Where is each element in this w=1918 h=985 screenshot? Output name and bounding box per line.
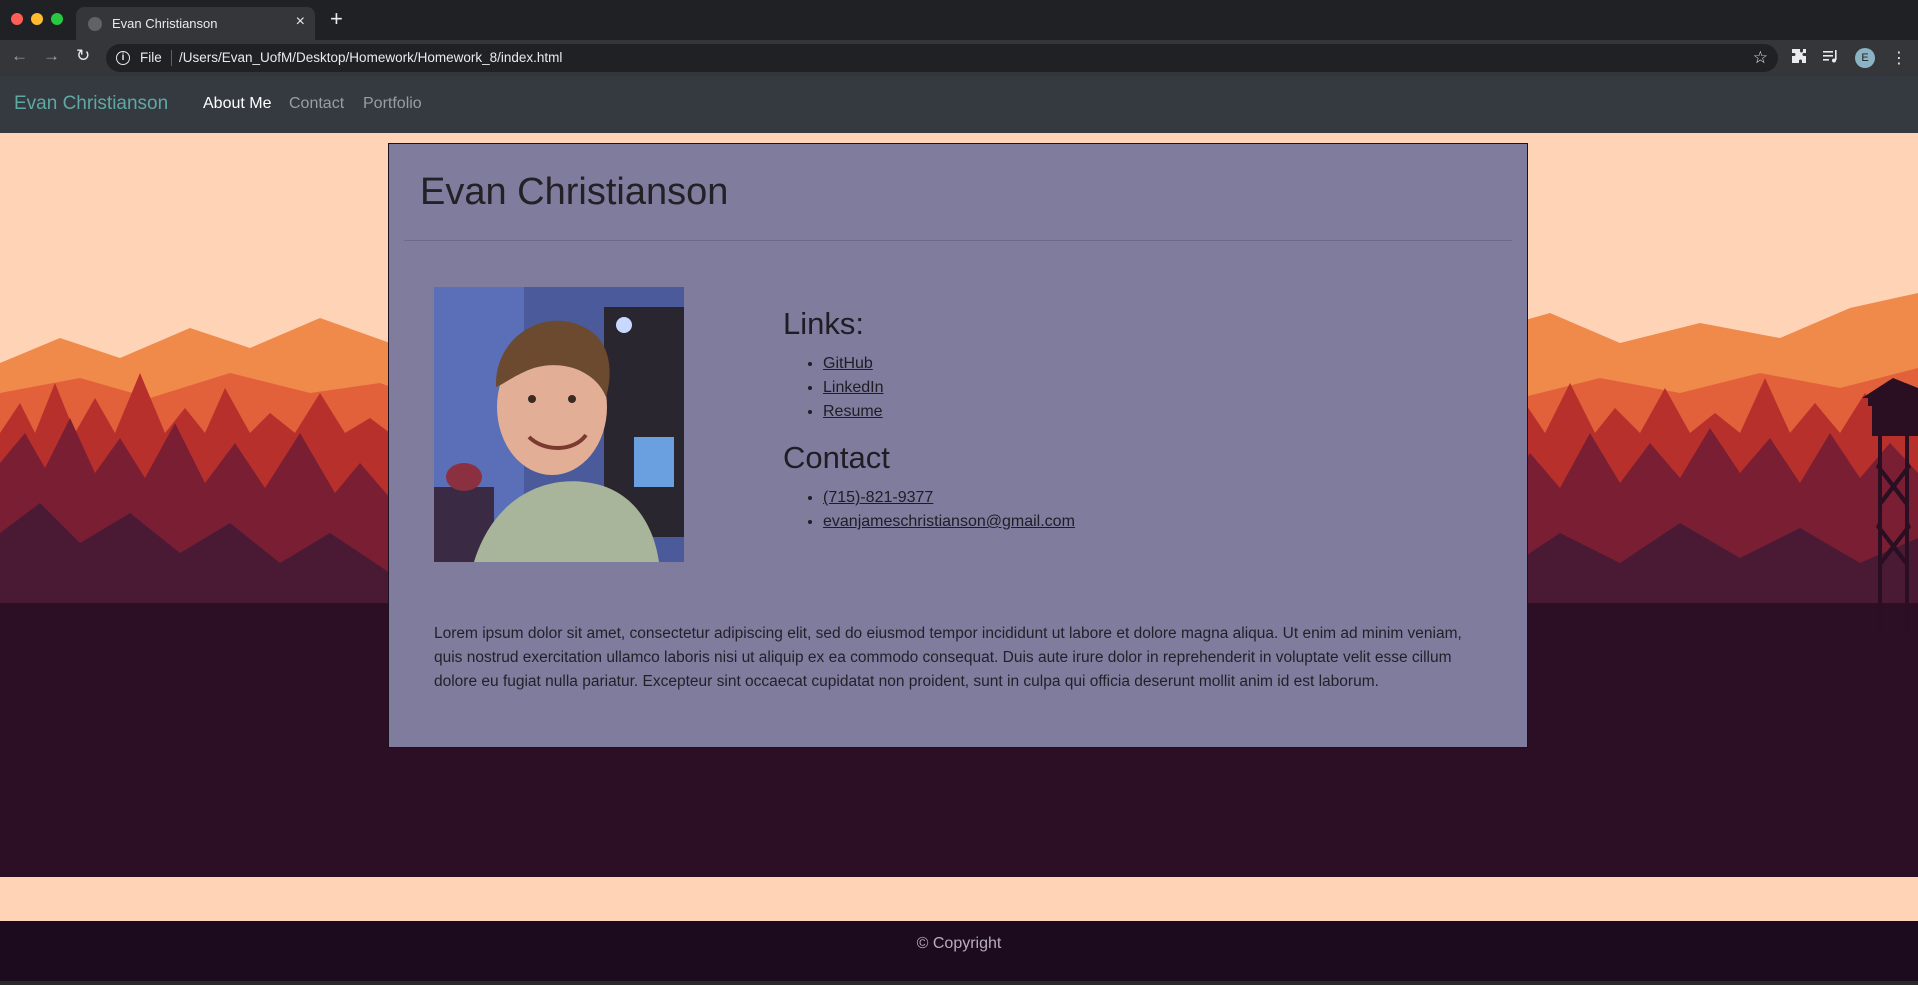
page-bottom-band — [0, 877, 1918, 921]
profile-avatar[interactable]: E — [1855, 48, 1875, 68]
list-item: LinkedIn — [823, 376, 884, 400]
address-divider — [171, 50, 172, 66]
reload-icon[interactable]: ↻ — [76, 46, 90, 66]
close-window-button[interactable] — [11, 13, 23, 25]
navbar-brand[interactable]: Evan Christianson — [14, 93, 168, 115]
list-item: Resume — [823, 400, 884, 424]
maximize-window-button[interactable] — [51, 13, 63, 25]
nav-link-about-me[interactable]: About Me — [203, 95, 271, 113]
list-item: evanjameschristianson@gmail.com — [823, 510, 1075, 534]
list-item: GitHub — [823, 352, 884, 376]
info-icon[interactable]: i — [116, 51, 130, 65]
back-arrow-icon[interactable]: ← — [11, 46, 28, 66]
github-link[interactable]: GitHub — [823, 355, 873, 372]
new-tab-button[interactable]: + — [330, 8, 343, 30]
links-list: GitHub LinkedIn Resume — [805, 352, 884, 424]
copyright-text: © Copyright — [916, 935, 1002, 952]
page-title: Evan Christianson — [420, 171, 729, 213]
browser-toolbar: ← → ↻ i File /Users/Evan_UofM/Desktop/Ho… — [0, 40, 1918, 76]
close-tab-icon[interactable]: × — [296, 13, 305, 31]
about-me-card: Evan Christianson Links: GitHub LinkedIn… — [388, 143, 1528, 748]
footer-base-line — [0, 981, 1918, 985]
browser-tab[interactable]: Evan Christianson × — [76, 7, 315, 40]
title-divider — [404, 240, 1512, 241]
bookmark-star-icon[interactable]: ☆ — [1753, 48, 1768, 68]
extensions-puzzle-icon[interactable] — [1791, 48, 1807, 69]
scheme-label: File — [140, 50, 162, 65]
browser-tab-bar: Evan Christianson × + — [0, 0, 1918, 40]
url-text[interactable]: /Users/Evan_UofM/Desktop/Homework/Homewo… — [179, 50, 562, 65]
resume-link[interactable]: Resume — [823, 403, 883, 420]
media-control-icon[interactable] — [1822, 48, 1838, 69]
nav-link-contact[interactable]: Contact — [289, 95, 344, 113]
globe-icon — [88, 17, 102, 31]
phone-link[interactable]: (715)-821-9377 — [823, 489, 933, 506]
links-heading: Links: — [783, 306, 864, 341]
forward-arrow-icon[interactable]: → — [43, 46, 60, 66]
nav-link-portfolio[interactable]: Portfolio — [363, 95, 422, 113]
contact-heading: Contact — [783, 440, 890, 475]
browser-menu-icon[interactable]: ⋮ — [1891, 48, 1907, 68]
minimize-window-button[interactable] — [31, 13, 43, 25]
site-navbar: Evan Christianson About Me Contact Portf… — [0, 76, 1918, 133]
profile-photo — [434, 287, 684, 562]
address-bar[interactable]: i File /Users/Evan_UofM/Desktop/Homework… — [106, 44, 1778, 72]
contact-list: (715)-821-9377 evanjameschristianson@gma… — [805, 486, 1075, 534]
tab-title: Evan Christianson — [112, 16, 218, 31]
bio-paragraph: Lorem ipsum dolor sit amet, consectetur … — [434, 625, 1462, 690]
list-item: (715)-821-9377 — [823, 486, 1075, 510]
linkedin-link[interactable]: LinkedIn — [823, 379, 884, 396]
email-link[interactable]: evanjameschristianson@gmail.com — [823, 513, 1075, 530]
site-footer: © Copyright — [0, 921, 1918, 981]
